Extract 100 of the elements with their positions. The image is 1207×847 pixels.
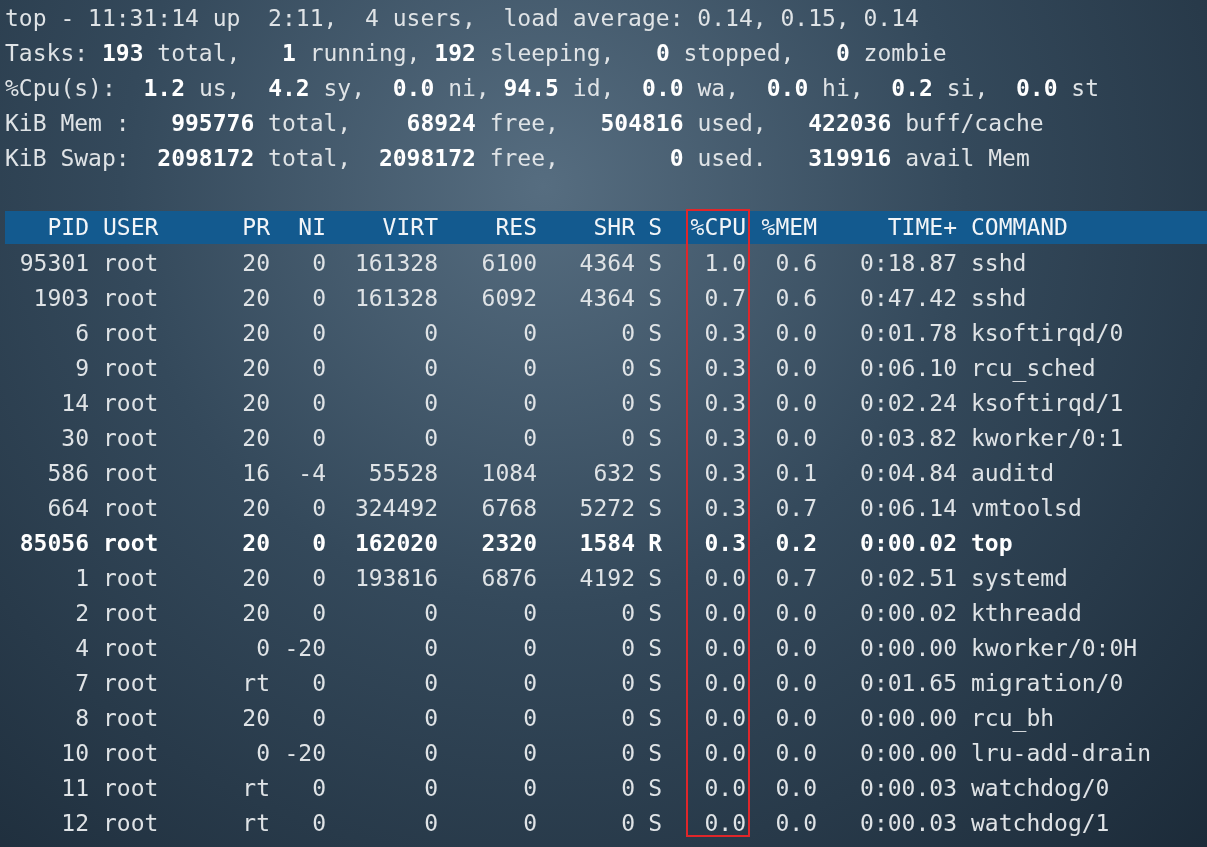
table-cell-text: S	[647, 424, 662, 453]
table-cell-text: 0	[423, 389, 438, 418]
table-cell-text: 162020	[353, 529, 438, 558]
table-cell-text: 0:03.82	[859, 424, 957, 453]
table-cell-text: 0	[522, 599, 537, 628]
table-cell-text: 0.0	[774, 634, 817, 663]
table-cell-text: S	[647, 354, 662, 383]
table-cell-text: 0:02.24	[859, 389, 957, 418]
table-cell-text: 0:00.03	[859, 774, 957, 803]
column-header: TIME+	[886, 213, 957, 242]
table-cell-text: S	[647, 809, 662, 838]
table-cell-text: watchdog/1	[970, 809, 1111, 838]
table-cell-text: root	[102, 809, 160, 838]
table-cell-text: 0:00.02	[859, 529, 957, 558]
table-cell-text: 20	[241, 564, 270, 593]
table-cell-text: 0.0	[703, 599, 746, 628]
table-cell-text: 0	[311, 564, 326, 593]
table-cell-text: root	[102, 494, 160, 523]
table-cell-text: 0:02.51	[859, 564, 957, 593]
table-cell-text: S	[647, 319, 662, 348]
table-cell-text: root	[102, 669, 160, 698]
table-cell-text: S	[647, 634, 662, 663]
table-cell-text: 0	[620, 774, 635, 803]
table-cell-text: 20	[241, 494, 270, 523]
table-cell-text: 0.3	[703, 529, 746, 558]
table-cell-text: 2320	[480, 529, 537, 558]
column-header: S	[647, 213, 662, 242]
table-cell-text: 0	[423, 704, 438, 733]
table-cell-text: 0:00.02	[859, 599, 957, 628]
table-cell-text: 4	[74, 634, 89, 663]
table-cell-text: 0	[311, 599, 326, 628]
table-cell-text: 0	[255, 634, 270, 663]
table-cell-text: 0	[311, 774, 326, 803]
table-cell-text: 2	[74, 599, 89, 628]
table-cell-text: 20	[241, 354, 270, 383]
table-cell-text: R	[647, 529, 662, 558]
table-cell-text: 0	[255, 739, 270, 768]
table-cell-text: 0.2	[774, 529, 817, 558]
table-cell-text: 0.3	[703, 424, 746, 453]
table-cell-text: 0	[311, 319, 326, 348]
table-cell-text: 0	[423, 634, 438, 663]
table-cell-text: 0	[522, 809, 537, 838]
table-cell-text: 0:04.84	[859, 459, 957, 488]
table-cell-text: 0.0	[703, 669, 746, 698]
table-cell-text: 0	[620, 319, 635, 348]
table-cell-text: 0	[311, 494, 326, 523]
table-cell-text: root	[102, 774, 160, 803]
table-cell-text: 20	[241, 424, 270, 453]
table-cell-text: S	[647, 704, 662, 733]
table-cell-text: 0	[620, 669, 635, 698]
table-cell-text: 20	[241, 389, 270, 418]
table-cell-text: 0.0	[703, 564, 746, 593]
table-cell-text: 0	[423, 669, 438, 698]
table-cell-text: 0.1	[774, 459, 817, 488]
table-cell-text: auditd	[970, 459, 1056, 488]
table-cell-text: 0.7	[774, 494, 817, 523]
column-header: NI	[297, 213, 326, 242]
table-cell-text: 324492	[353, 494, 438, 523]
table-cell-text: 8	[74, 704, 89, 733]
table-cell-text: 0	[423, 319, 438, 348]
table-cell-text: 0.3	[703, 459, 746, 488]
table-cell-text: 11	[60, 774, 89, 803]
table-cell-text: rt	[241, 809, 270, 838]
table-cell-text: 30	[60, 424, 89, 453]
table-cell-text: 0	[522, 389, 537, 418]
table-cell-text: 1084	[480, 459, 537, 488]
table-cell-text: 0	[423, 424, 438, 453]
table-cell-text: root	[102, 354, 160, 383]
table-cell-text: 7	[74, 669, 89, 698]
table-cell-text: 20	[241, 249, 270, 278]
table-cell-text: root	[102, 284, 160, 313]
table-cell-text: S	[647, 284, 662, 313]
table-cell-text: kworker/0:1	[970, 424, 1125, 453]
table-cell-text: 0.6	[774, 284, 817, 313]
table-cell-text: 0:18.87	[859, 249, 957, 278]
table-cell-text: 6100	[480, 249, 537, 278]
table-cell-text: 0	[423, 599, 438, 628]
table-cell-text: ksoftirqd/1	[970, 389, 1125, 418]
table-cell-text: 0.3	[703, 389, 746, 418]
table-cell-text: rt	[241, 669, 270, 698]
table-cell-text: 0	[620, 809, 635, 838]
table-cell-text: 0	[522, 634, 537, 663]
table-cell-text: watchdog/0	[970, 774, 1111, 803]
table-cell-text: 0	[423, 774, 438, 803]
table-cell-text: vmtoolsd	[970, 494, 1083, 523]
table-cell-text: S	[647, 459, 662, 488]
table-cell-text: 0	[311, 669, 326, 698]
table-cell-text: 0.0	[703, 739, 746, 768]
table-cell-text: S	[647, 494, 662, 523]
table-cell-text: 0.0	[774, 669, 817, 698]
table-cell-text: 193816	[353, 564, 438, 593]
column-header: RES	[494, 213, 537, 242]
table-cell-text: 0:00.03	[859, 809, 957, 838]
table-cell-text: 6092	[480, 284, 537, 313]
table-cell-text: 0.0	[703, 809, 746, 838]
table-cell-text: systemd	[970, 564, 1069, 593]
table-cell-text: 0	[620, 634, 635, 663]
summary-line: Tasks: 193 total, 1 running, 192 sleeping, 0 stopped, 0 zombie	[5, 39, 947, 68]
table-cell-text: 0.6	[774, 249, 817, 278]
table-cell-text: lru-add-drain	[970, 739, 1152, 768]
